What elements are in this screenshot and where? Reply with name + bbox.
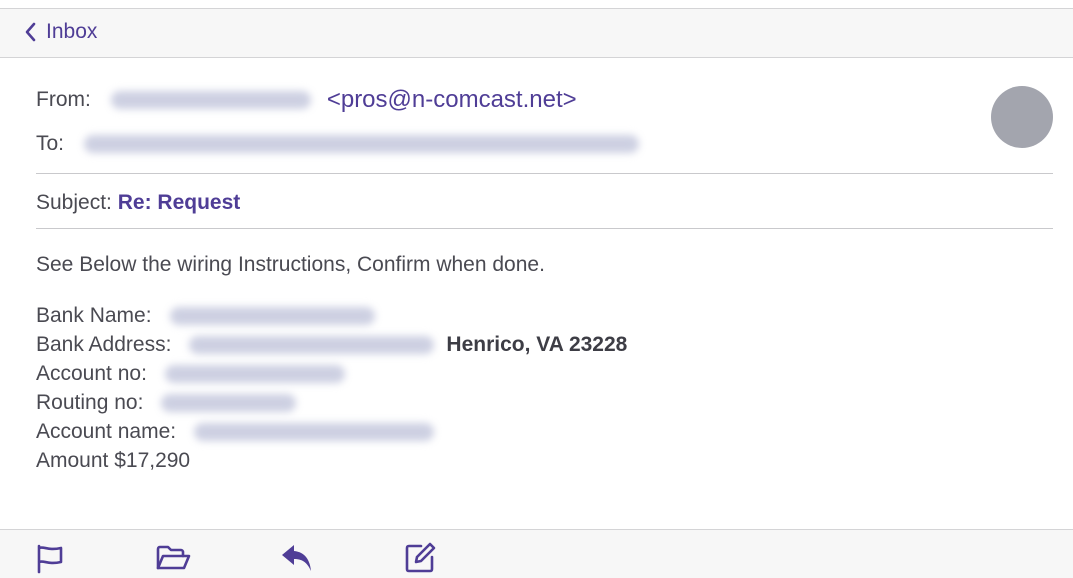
bank-name-label: Bank Name: <box>36 304 152 327</box>
subject-text: Re: Request <box>117 191 241 214</box>
redacted-bank-name <box>169 306 375 325</box>
account-no-line: Account no: <box>36 359 345 388</box>
to-label: To: <box>36 132 65 155</box>
account-no-label: Account no: <box>36 362 147 385</box>
account-name-line: Account name: <box>36 417 435 446</box>
subject-label: Subject: <box>36 191 112 214</box>
flag-button[interactable] <box>32 540 68 576</box>
subject-row: Subject: Re: Request <box>36 191 240 215</box>
redacted-account-name <box>194 422 435 441</box>
top-nav-bar: Inbox <box>0 8 1073 58</box>
routing-no-line: Routing no: <box>36 388 297 417</box>
reply-button[interactable] <box>279 540 315 576</box>
redacted-account-number <box>164 364 345 383</box>
redacted-recipient[interactable] <box>84 135 640 153</box>
message-intro: See Below the wiring Instructions, Confi… <box>36 253 545 276</box>
chevron-left-icon <box>25 22 36 42</box>
divider <box>36 228 1053 229</box>
bottom-toolbar <box>0 529 1073 578</box>
compose-icon <box>405 542 436 573</box>
back-to-inbox-button[interactable]: Inbox <box>24 20 97 44</box>
bank-name-line: Bank Name: <box>36 301 375 330</box>
redacted-sender-name <box>110 91 311 109</box>
move-to-folder-button[interactable] <box>155 540 191 576</box>
reply-icon <box>282 545 311 571</box>
bank-address-line: Bank Address: Henrico, VA 23228 <box>36 330 627 359</box>
redacted-routing-number <box>161 393 297 412</box>
from-label: From: <box>36 88 91 111</box>
flag-icon <box>37 544 63 574</box>
sender-email[interactable]: <pros@n-comcast.net> <box>327 86 577 114</box>
folder-icon <box>156 545 191 570</box>
bank-address-label: Bank Address: <box>36 333 172 356</box>
routing-no-label: Routing no: <box>36 391 144 414</box>
bank-address-city: Henrico, VA 23228 <box>446 333 628 356</box>
compose-button[interactable] <box>402 540 438 576</box>
redacted-street-address <box>189 335 435 354</box>
to-row: To: <box>36 132 640 156</box>
amount-line: Amount $17,290 <box>36 449 191 472</box>
avatar <box>991 86 1053 148</box>
back-label: Inbox <box>46 20 98 43</box>
divider <box>36 173 1053 174</box>
from-row: From: <pros@n-comcast.net> <box>36 86 577 114</box>
account-name-label: Account name: <box>36 420 177 443</box>
